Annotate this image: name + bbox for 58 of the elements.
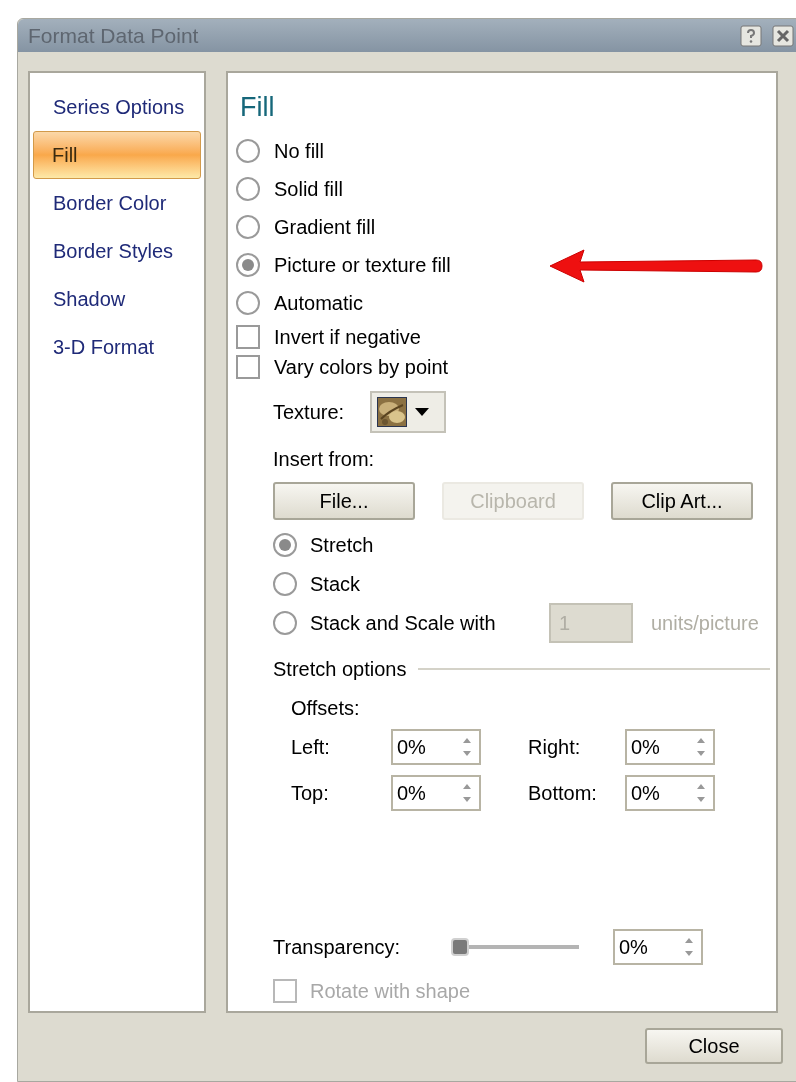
transparency-slider[interactable]	[451, 936, 579, 957]
checkbox[interactable]	[236, 354, 260, 379]
option-label: Gradient fill	[274, 214, 376, 240]
offset-label: Top:	[291, 780, 330, 806]
unit-label: units/picture	[651, 611, 759, 636]
field-value: 0%	[631, 780, 661, 806]
offset-label: Bottom:	[528, 780, 598, 806]
option-label: Vary colors by point	[274, 354, 449, 380]
option-label: Stretch	[310, 533, 374, 558]
dropdown-caret-icon	[415, 407, 430, 416]
spin-field[interactable]: 0%	[391, 774, 481, 811]
window-title: Format Data Point	[28, 22, 200, 49]
section-title: Stretch options	[273, 656, 407, 682]
spin-field[interactable]: 0%	[625, 728, 715, 765]
option-label: No fill	[274, 138, 324, 164]
sidebar-item[interactable]: Fill	[33, 131, 201, 179]
help-icon[interactable]	[740, 24, 762, 47]
field-value: 0%	[397, 734, 427, 760]
radio-button[interactable]	[236, 138, 260, 163]
insert-from-label: Insert from:	[273, 446, 376, 472]
transparency-label: Transparency:	[273, 934, 402, 960]
sidebar-item[interactable]: 3-D Format	[33, 323, 201, 371]
field-value: 0%	[619, 934, 649, 960]
insert-button[interactable]: Clip Art...	[611, 481, 753, 520]
texture-label: Texture:	[273, 399, 345, 425]
radio-button[interactable]	[236, 176, 260, 201]
slider-thumb[interactable]	[451, 937, 469, 956]
spin-field[interactable]: 0%	[391, 728, 481, 765]
option-label: Solid fill	[274, 176, 343, 202]
spin-field[interactable]: 0%	[625, 774, 715, 811]
option-label: Automatic	[274, 290, 363, 316]
offsets-label: Offsets:	[290, 695, 361, 721]
radio-button[interactable]	[236, 214, 260, 239]
panel-heading: Fill	[239, 91, 276, 124]
field-value: 0%	[397, 780, 427, 806]
sidebar-item[interactable]: Border Styles	[33, 227, 201, 275]
option-label: Picture or texture fill	[274, 252, 451, 278]
spin-field[interactable]: 0%	[613, 928, 703, 965]
radio-button[interactable]	[273, 611, 297, 635]
close-button[interactable]: Close	[645, 1028, 783, 1064]
radio-button[interactable]	[273, 572, 297, 596]
option-label: Rotate with shape	[310, 978, 471, 1004]
sidebar-item[interactable]: Border Color	[33, 179, 201, 227]
insert-button[interactable]: File...	[273, 481, 415, 520]
field-value: 0%	[631, 734, 661, 760]
offset-label: Right:	[528, 734, 582, 760]
option-label: Stack	[310, 572, 361, 597]
close-icon[interactable]	[772, 24, 794, 47]
offset-label: Left:	[291, 734, 331, 760]
option-label: Invert if negative	[274, 324, 421, 350]
sidebar-item[interactable]: Shadow	[33, 275, 201, 323]
radio-button[interactable]	[236, 252, 260, 277]
checkbox[interactable]	[236, 324, 260, 349]
texture-dropdown[interactable]	[370, 390, 447, 433]
radio-button[interactable]	[273, 533, 297, 557]
option-label: Stack and Scale with	[310, 611, 496, 636]
sidebar-item[interactable]: Series Options	[33, 83, 201, 131]
radio-button[interactable]	[236, 290, 260, 315]
